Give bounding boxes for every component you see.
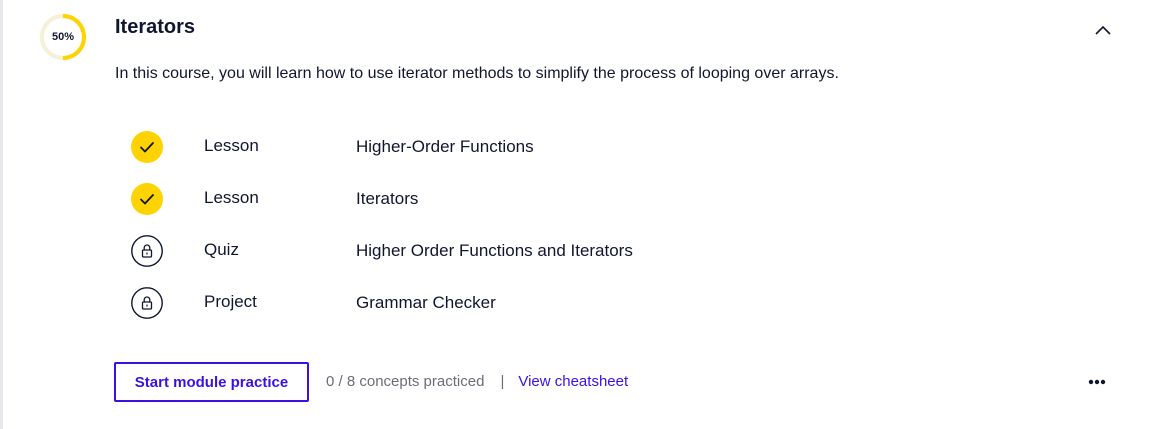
progress-percent: 50% [51, 31, 75, 43]
meta-divider: | [500, 373, 505, 390]
lock-icon [131, 235, 163, 267]
content-type-label: Project [204, 292, 257, 311]
content-name-link[interactable]: Higher-Order Functions [356, 137, 534, 157]
status-icon-wrapper [131, 287, 163, 319]
module-card: 50% Iterators In this course, you will l… [0, 0, 1158, 429]
content-list: Lesson Higher-Order Functions Lesson Ite… [115, 121, 915, 329]
status-icon-wrapper [131, 131, 163, 163]
content-name-link[interactable]: Grammar Checker [356, 293, 496, 313]
content-name-link[interactable]: Iterators [356, 189, 418, 209]
content-item-row[interactable]: Project Grammar Checker [115, 277, 915, 329]
more-dots-icon [1088, 379, 1106, 385]
concepts-practiced-count: 0 / 8 concepts practiced [326, 373, 485, 390]
content-type-label: Lesson [204, 188, 259, 207]
collapse-button[interactable] [1089, 17, 1117, 43]
more-options-button[interactable] [1083, 370, 1111, 394]
content-item-row[interactable]: Lesson Iterators [115, 173, 915, 225]
content-name-link[interactable]: Higher Order Functions and Iterators [356, 241, 633, 261]
view-cheatsheet-link[interactable]: View cheatsheet [518, 373, 628, 390]
chevron-up-icon [1095, 25, 1111, 35]
lock-icon [131, 287, 163, 319]
content-type-label: Lesson [204, 136, 259, 155]
content-item-row[interactable]: Quiz Higher Order Functions and Iterator… [115, 225, 915, 277]
content-type-label: Quiz [204, 240, 239, 259]
check-icon [131, 183, 163, 215]
start-module-practice-button[interactable]: Start module practice [114, 362, 309, 402]
progress-ring: 50% [39, 13, 87, 61]
content-item-row[interactable]: Lesson Higher-Order Functions [115, 121, 915, 173]
practice-meta: 0 / 8 concepts practiced | View cheatsheet [326, 373, 628, 390]
module-title: Iterators [115, 16, 196, 38]
status-icon-wrapper [131, 235, 163, 267]
module-description: In this course, you will learn how to us… [115, 65, 839, 82]
check-icon [131, 131, 163, 163]
status-icon-wrapper [131, 183, 163, 215]
